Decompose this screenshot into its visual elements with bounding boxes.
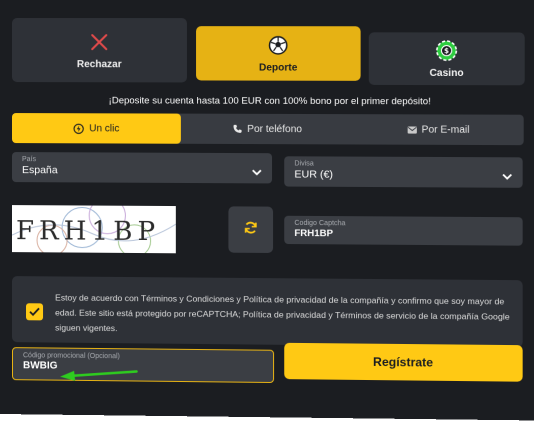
registration-method-tabs: Un clic Por teléfono Por E-mail (12, 113, 524, 146)
casino-chips-icon: $ (435, 39, 458, 61)
currency-select-label: Divisa (294, 160, 314, 168)
registration-form: Rechazar Deporte $ Casino ¡Deposite su c… (0, 0, 534, 421)
captcha-refresh-button[interactable] (228, 206, 274, 253)
promo-code-input[interactable]: Código promocional (Opcional) BWBIG (12, 347, 275, 384)
close-icon (88, 31, 110, 53)
bonus-reject-button[interactable]: Rechazar (12, 18, 187, 83)
tab-one-click-label: Un clic (89, 122, 120, 134)
terms-checkbox[interactable] (26, 303, 44, 321)
country-select-value: España (22, 164, 58, 177)
phone-icon (232, 124, 242, 134)
captcha-image: FRH1BP (12, 205, 176, 254)
tab-email-label: Por E-mail (421, 124, 470, 136)
captcha-image-text: FRH1BP (16, 216, 161, 248)
tab-email[interactable]: Por E-mail (353, 114, 523, 145)
refresh-icon (244, 220, 258, 239)
captcha-input-value: FRH1BP (294, 227, 334, 240)
currency-select[interactable]: Divisa EUR (€) (284, 156, 523, 188)
terms-consent: Estoy de acuerdo con Términos y Condicio… (12, 276, 523, 348)
soccer-ball-icon (267, 34, 289, 56)
bonus-casino-button[interactable]: $ Casino (368, 32, 525, 86)
captcha-input-label: Codigo Captcha (294, 219, 346, 228)
bonus-reject-label: Rechazar (76, 58, 122, 70)
tab-phone-label: Por teléfono (247, 123, 302, 135)
check-icon (29, 303, 40, 321)
bonus-promo-text: ¡Deposite su cuenta hasta 100 EUR con 10… (108, 95, 431, 108)
lightning-icon (73, 122, 84, 134)
tab-one-click[interactable]: Un clic (12, 113, 181, 144)
terms-consent-text: Estoy de acuerdo con Términos y Condicio… (55, 292, 510, 334)
chevron-down-icon (252, 163, 262, 181)
bonus-selector: Rechazar Deporte $ Casino (12, 18, 525, 87)
bonus-sport-button[interactable]: Deporte (196, 26, 361, 81)
tab-phone[interactable]: Por teléfono (181, 114, 354, 145)
currency-select-value: EUR (€) (294, 168, 334, 181)
captcha-input[interactable]: Codigo Captcha FRH1BP (284, 215, 523, 246)
chevron-down-icon (502, 167, 512, 185)
country-select-label: País (22, 156, 37, 164)
svg-text:$: $ (444, 47, 449, 55)
register-button[interactable]: Regístrate (284, 342, 523, 382)
country-select[interactable]: País España (12, 152, 273, 184)
arrow-icon (58, 367, 138, 387)
bonus-casino-label: Casino (429, 67, 464, 79)
bonus-sport-label: Deporte (258, 61, 298, 74)
envelope-icon (407, 125, 417, 134)
